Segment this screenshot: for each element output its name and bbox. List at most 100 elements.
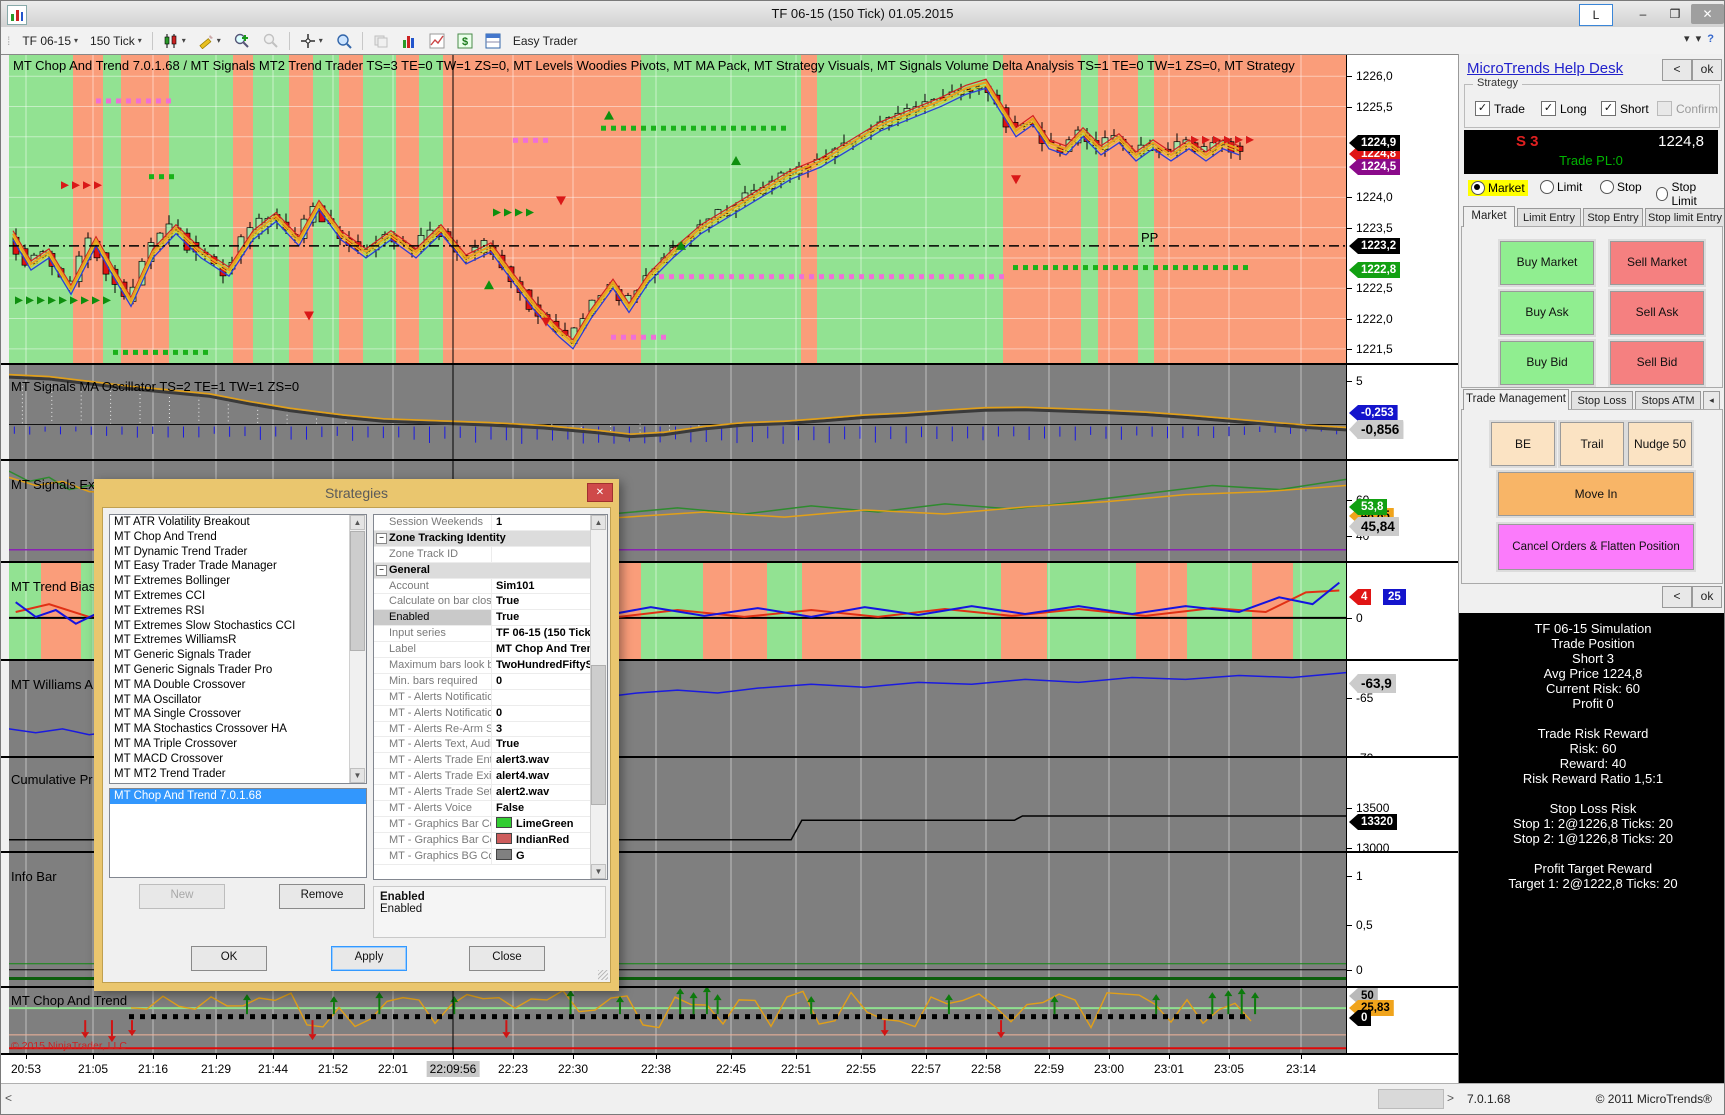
scroll-up-icon[interactable]: ▲ bbox=[591, 515, 606, 530]
price-axis-cumulative[interactable]: 135001300013320 bbox=[1346, 758, 1458, 851]
toolbar-grip-icon[interactable]: ⁞ bbox=[4, 30, 13, 51]
tab-stops-atm[interactable]: Stops ATM bbox=[1635, 391, 1701, 410]
property-row[interactable]: MT - Alerts Notification bbox=[374, 690, 607, 706]
strategy-list-item[interactable]: MT Extremes Bollinger bbox=[110, 574, 366, 589]
property-row[interactable]: MT - Alerts Trade Exit .alert4.wav bbox=[374, 769, 607, 785]
applied-strategy-item[interactable]: MT Chop And Trend 7.0.1.68 bbox=[110, 789, 366, 804]
property-row[interactable]: Maximum bars look baTwoHundredFiftySix bbox=[374, 658, 607, 674]
strategy-list-item[interactable]: MT Easy Trader Trade Manager bbox=[110, 559, 366, 574]
buy-ask-button[interactable]: Buy Ask bbox=[1500, 291, 1594, 335]
property-row[interactable]: AccountSim101 bbox=[374, 579, 607, 595]
strategy-list-item[interactable]: MT MA Double Crossover bbox=[110, 678, 366, 693]
scroll-up-icon[interactable]: ▲ bbox=[350, 515, 365, 530]
tab-limit-entry[interactable]: Limit Entry bbox=[1517, 208, 1581, 227]
checkbox-short[interactable]: ✓Short bbox=[1601, 101, 1649, 116]
sell-ask-button[interactable]: Sell Ask bbox=[1610, 291, 1704, 335]
drawing-tools-icon[interactable]: ▾ bbox=[195, 30, 224, 51]
maximize-button[interactable]: ❒ bbox=[1661, 4, 1689, 24]
property-row[interactable]: MT - Alerts Re-Arm Se3 bbox=[374, 722, 607, 738]
scrollbar-thumb[interactable] bbox=[1378, 1089, 1444, 1109]
strategy-list-item[interactable]: MT MACD Crossover bbox=[110, 752, 366, 767]
property-row[interactable]: Zone Tracking Identity− bbox=[374, 531, 607, 547]
property-row[interactable]: Input seriesTF 06-15 (150 Tick) bbox=[374, 626, 607, 642]
window-tile-icon[interactable] bbox=[370, 30, 392, 51]
property-row[interactable]: MT - Alerts Trade Setualert2.wav bbox=[374, 785, 607, 801]
flatten-position-button[interactable]: Cancel Orders & Flatten Position bbox=[1498, 524, 1694, 570]
price-axis-price[interactable]: 1226,01225,51224,01223,51222,51222,01221… bbox=[1346, 55, 1458, 363]
line-chart-icon[interactable] bbox=[426, 30, 448, 51]
strategy-list-item[interactable]: MT Extremes WilliamsR bbox=[110, 633, 366, 648]
scrollbar[interactable]: ▲▼ bbox=[349, 515, 366, 783]
minimize-button[interactable]: – bbox=[1629, 4, 1657, 24]
property-row[interactable]: MT - Graphics Bar ColLimeGreen bbox=[374, 817, 607, 833]
order-type-market[interactable]: Market bbox=[1468, 180, 1528, 196]
period-selector[interactable]: 150 Tick▾ bbox=[87, 30, 145, 51]
instrument-selector[interactable]: TF 06-15▾ bbox=[19, 30, 81, 51]
bar-analysis-icon[interactable] bbox=[398, 30, 420, 51]
dialog-ok-button[interactable]: OK bbox=[191, 946, 267, 971]
tab-scroll-left-icon[interactable]: ◂ bbox=[1703, 391, 1720, 410]
resize-grip[interactable] bbox=[598, 970, 608, 980]
close-button[interactable]: ✕ bbox=[1691, 4, 1724, 24]
new-button[interactable]: New bbox=[139, 884, 225, 909]
scroll-down-icon[interactable]: ▼ bbox=[591, 864, 606, 879]
checkbox-box[interactable]: ✓ bbox=[1475, 101, 1490, 116]
scrollbar-thumb[interactable] bbox=[591, 665, 606, 805]
nudge-50-button[interactable]: Nudge 50 bbox=[1628, 422, 1692, 466]
strategy-list-item[interactable]: MT MA Oscillator bbox=[110, 693, 366, 708]
tab-stop-limit-entry[interactable]: Stop limit Entry bbox=[1645, 208, 1725, 227]
checkbox-confirm[interactable]: Confirm bbox=[1657, 101, 1718, 116]
strategy-list-item[interactable]: MT MA Triple Crossover bbox=[110, 737, 366, 752]
move-in-button[interactable]: Move In bbox=[1498, 472, 1694, 516]
price-axis-williams[interactable]: -65-70-63,9 bbox=[1346, 661, 1458, 756]
tab-trade-management[interactable]: Trade Management bbox=[1463, 389, 1569, 410]
strategy-list-item[interactable]: MT MA Stochastics Crossover HA bbox=[110, 722, 366, 737]
time-axis[interactable]: 20:5321:0521:1621:2921:4421:5222:0122:09… bbox=[1, 1053, 1458, 1083]
order-type-limit[interactable]: Limit bbox=[1540, 180, 1582, 194]
toolbar-overflow[interactable]: ▾ ▾ ? bbox=[1684, 32, 1714, 45]
strategy-list-item[interactable]: MT Extremes Slow Stochastics CCI bbox=[110, 619, 366, 634]
collapse-icon[interactable]: − bbox=[376, 565, 387, 576]
checkbox-long[interactable]: ✓Long bbox=[1541, 101, 1587, 116]
order-type-stop-limit[interactable]: Stop Limit bbox=[1656, 180, 1718, 208]
checkbox-box[interactable]: ✓ bbox=[1601, 101, 1616, 116]
property-row[interactable]: MT - Alerts Notification0 bbox=[374, 706, 607, 722]
strategy-list-item[interactable]: MT Generic Signals Trader bbox=[110, 648, 366, 663]
collapse-button[interactable]: < bbox=[1662, 59, 1692, 81]
dollar-icon[interactable]: $ bbox=[454, 30, 476, 51]
checkbox-box[interactable] bbox=[1657, 101, 1672, 116]
scroll-down-icon[interactable]: ▼ bbox=[350, 768, 365, 783]
property-row[interactable]: EnabledTrue bbox=[374, 610, 607, 626]
applied-strategies-list[interactable]: MT Chop And Trend 7.0.1.68 bbox=[109, 788, 367, 878]
ok-button[interactable]: ok bbox=[1692, 59, 1722, 81]
buy-bid-button[interactable]: Buy Bid bbox=[1500, 341, 1594, 385]
tab-stop-loss[interactable]: Stop Loss bbox=[1571, 391, 1633, 410]
be-button[interactable]: BE bbox=[1491, 422, 1555, 466]
property-row[interactable]: MT - Alerts Text, AudioTrue bbox=[374, 737, 607, 753]
checkbox-box[interactable]: ✓ bbox=[1541, 101, 1556, 116]
buy-market-button[interactable]: Buy Market bbox=[1500, 241, 1594, 285]
tab-market[interactable]: Market bbox=[1463, 206, 1515, 227]
strategy-list-item[interactable]: MT Chop And Trend bbox=[110, 530, 366, 545]
property-row[interactable]: MT - Alerts VoiceFalse bbox=[374, 801, 607, 817]
strategy-list-item[interactable]: MT ATR Volatility Breakout bbox=[110, 515, 366, 530]
property-row[interactable]: Min. bars required0 bbox=[374, 674, 607, 690]
dialog-apply-button[interactable]: Apply bbox=[331, 946, 407, 971]
property-row[interactable]: LabelMT Chop And Trend bbox=[374, 642, 607, 658]
help-desk-link[interactable]: MicroTrends Help Desk bbox=[1467, 60, 1623, 77]
property-row[interactable]: Zone Track ID bbox=[374, 547, 607, 563]
panel-grid-icon[interactable] bbox=[482, 30, 504, 51]
strategy-list-item[interactable]: MT MA Single Crossover bbox=[110, 707, 366, 722]
zoom-region-icon[interactable] bbox=[332, 30, 355, 51]
property-row[interactable]: MT - Alerts Trade Entryalert3.wav bbox=[374, 753, 607, 769]
strategy-property-grid[interactable]: Session Weekends1Zone Tracking Identity−… bbox=[373, 514, 608, 880]
remove-button[interactable]: Remove bbox=[279, 884, 365, 909]
strategy-list-item[interactable]: MT MT2 Trend Trader bbox=[110, 767, 366, 782]
property-row[interactable]: Session Weekends1 bbox=[374, 515, 607, 531]
sell-market-button[interactable]: Sell Market bbox=[1610, 241, 1704, 285]
chart-style-icon[interactable]: ▾ bbox=[160, 30, 189, 51]
property-row[interactable]: MT - Graphics Bar ColIndianRed bbox=[374, 833, 607, 849]
ok-button-2[interactable]: ok bbox=[1692, 586, 1722, 608]
zoom-out-icon[interactable] bbox=[259, 30, 282, 51]
help-icon[interactable]: ? bbox=[1707, 33, 1714, 45]
